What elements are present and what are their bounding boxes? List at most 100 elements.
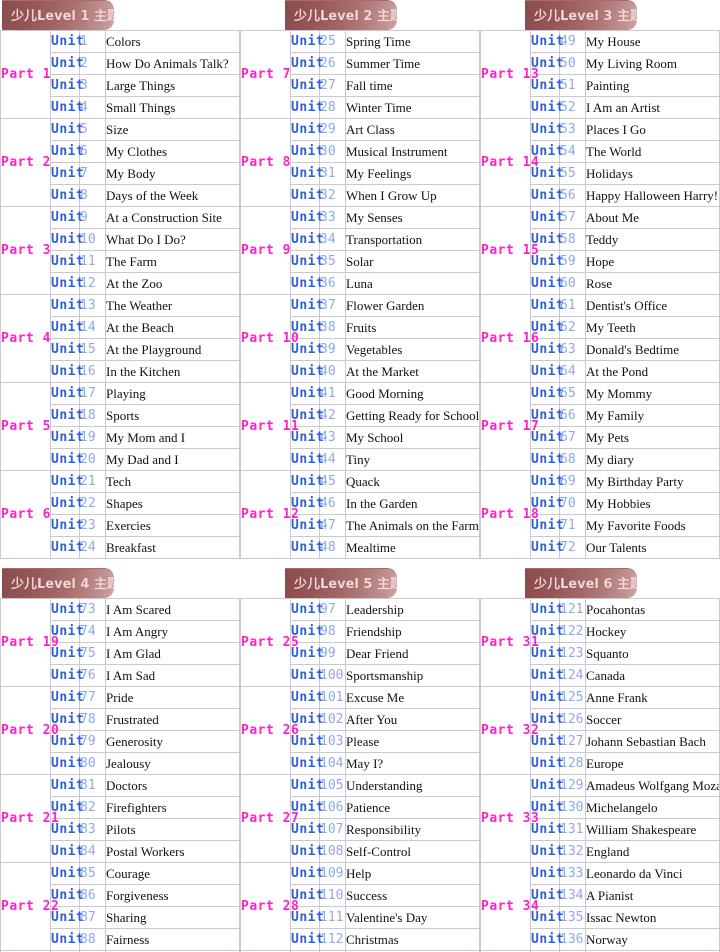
unit-title[interactable]: What Do I Do? — [105, 228, 240, 251]
unit-title[interactable]: Norway — [585, 928, 720, 951]
unit-title[interactable]: A Pianist — [585, 884, 720, 907]
unit-title[interactable]: Winter Time — [345, 96, 480, 119]
unit-title[interactable]: My House — [585, 30, 720, 53]
unit-title[interactable]: I Am Sad — [105, 664, 240, 687]
unit-title[interactable]: Generosity — [105, 730, 240, 753]
unit-title[interactable]: Hope — [585, 250, 720, 273]
unit-title[interactable]: Summer Time — [345, 52, 480, 75]
unit-title[interactable]: Playing — [105, 382, 240, 405]
unit-title[interactable]: Soccer — [585, 708, 720, 731]
unit-title[interactable]: My Body — [105, 162, 240, 185]
unit-title[interactable]: Large Things — [105, 74, 240, 97]
unit-title[interactable]: Shapes — [105, 492, 240, 515]
unit-title[interactable]: Our Talents — [585, 536, 720, 559]
unit-title[interactable]: Excuse Me — [345, 686, 480, 709]
unit-title[interactable]: The Weather — [105, 294, 240, 317]
unit-title[interactable]: My Feelings — [345, 162, 480, 185]
unit-title[interactable]: Success — [345, 884, 480, 907]
unit-title[interactable]: Christmas — [345, 928, 480, 951]
unit-title[interactable]: My Teeth — [585, 316, 720, 339]
unit-title[interactable]: My Senses — [345, 206, 480, 229]
unit-title[interactable]: I Am Scared — [105, 598, 240, 621]
unit-title[interactable]: Vegetables — [345, 338, 480, 361]
unit-title[interactable]: Understanding — [345, 774, 480, 797]
unit-title[interactable]: Getting Ready for School — [345, 404, 480, 427]
unit-title[interactable]: Teddy — [585, 228, 720, 251]
unit-title[interactable]: Tiny — [345, 448, 480, 471]
unit-title[interactable]: My Family — [585, 404, 720, 427]
unit-title[interactable]: Fall time — [345, 74, 480, 97]
unit-title[interactable]: Colors — [105, 30, 240, 53]
unit-title[interactable]: Painting — [585, 74, 720, 97]
unit-title[interactable]: My Birthday Party — [585, 470, 720, 493]
unit-title[interactable]: Leadership — [345, 598, 480, 621]
unit-title[interactable]: Dear Friend — [345, 642, 480, 665]
unit-title[interactable]: Firefighters — [105, 796, 240, 819]
unit-title[interactable]: Sportsmanship — [345, 664, 480, 687]
unit-title[interactable]: Courage — [105, 862, 240, 885]
unit-title[interactable]: May I? — [345, 752, 480, 775]
unit-title[interactable]: At a Construction Site — [105, 206, 240, 229]
unit-title[interactable]: After You — [345, 708, 480, 731]
unit-title[interactable]: Hockey — [585, 620, 720, 643]
unit-title[interactable]: The World — [585, 140, 720, 163]
unit-title[interactable]: Help — [345, 862, 480, 885]
unit-title[interactable]: Pride — [105, 686, 240, 709]
unit-title[interactable]: Anne Frank — [585, 686, 720, 709]
unit-title[interactable]: Sports — [105, 404, 240, 427]
unit-title[interactable]: At the Market — [345, 360, 480, 383]
unit-title[interactable]: Pocahontas — [585, 598, 720, 621]
unit-title[interactable]: Good Morning — [345, 382, 480, 405]
unit-title[interactable]: My Dad and I — [105, 448, 240, 471]
unit-title[interactable]: Donald's Bedtime — [585, 338, 720, 361]
unit-title[interactable]: Patience — [345, 796, 480, 819]
unit-title[interactable]: I Am Angry — [105, 620, 240, 643]
unit-title[interactable]: Friendship — [345, 620, 480, 643]
unit-title[interactable]: I Am Glad — [105, 642, 240, 665]
unit-title[interactable]: Canada — [585, 664, 720, 687]
unit-title[interactable]: Breakfast — [105, 536, 240, 559]
unit-title[interactable]: Exercies — [105, 514, 240, 537]
unit-title[interactable]: The Animals on the Farm — [345, 514, 480, 537]
unit-title[interactable]: England — [585, 840, 720, 863]
unit-title[interactable]: Rose — [585, 272, 720, 295]
unit-title[interactable]: My Mom and I — [105, 426, 240, 449]
unit-title[interactable]: Responsibility — [345, 818, 480, 841]
unit-title[interactable]: Musical Instrument — [345, 140, 480, 163]
unit-title[interactable]: How Do Animals Talk? — [105, 52, 240, 75]
unit-title[interactable]: My Pets — [585, 426, 720, 449]
unit-title[interactable]: Fairness — [105, 928, 240, 951]
unit-title[interactable]: Valentine's Day — [345, 906, 480, 929]
unit-title[interactable]: Pilots — [105, 818, 240, 841]
unit-title[interactable]: Quack — [345, 470, 480, 493]
unit-title[interactable]: Jealousy — [105, 752, 240, 775]
unit-title[interactable]: Transportation — [345, 228, 480, 251]
unit-title[interactable]: Mealtime — [345, 536, 480, 559]
unit-title[interactable]: In the Kitchen — [105, 360, 240, 383]
unit-title[interactable]: Places I Go — [585, 118, 720, 141]
unit-title[interactable]: Art Class — [345, 118, 480, 141]
unit-title[interactable]: Holidays — [585, 162, 720, 185]
unit-title[interactable]: The Farm — [105, 250, 240, 273]
unit-title[interactable]: My Favorite Foods — [585, 514, 720, 537]
unit-title[interactable]: In the Garden — [345, 492, 480, 515]
unit-title[interactable]: Flower Garden — [345, 294, 480, 317]
unit-title[interactable]: About Me — [585, 206, 720, 229]
unit-title[interactable]: Luna — [345, 272, 480, 295]
unit-title[interactable]: At the Playground — [105, 338, 240, 361]
unit-title[interactable]: Frustrated — [105, 708, 240, 731]
unit-title[interactable]: Please — [345, 730, 480, 753]
unit-title[interactable]: Happy Halloween Harry! — [585, 184, 720, 207]
unit-title[interactable]: I Am an Artist — [585, 96, 720, 119]
unit-title[interactable]: Postal Workers — [105, 840, 240, 863]
unit-title[interactable]: My diary — [585, 448, 720, 471]
unit-title[interactable]: Dentist's Office — [585, 294, 720, 317]
unit-title[interactable]: Fruits — [345, 316, 480, 339]
unit-title[interactable]: Issac Newton — [585, 906, 720, 929]
unit-title[interactable]: Forgiveness — [105, 884, 240, 907]
unit-title[interactable]: Self-Control — [345, 840, 480, 863]
unit-title[interactable]: At the Pond — [585, 360, 720, 383]
unit-title[interactable]: At the Zoo — [105, 272, 240, 295]
unit-title[interactable]: Leonardo da Vinci — [585, 862, 720, 885]
unit-title[interactable]: Size — [105, 118, 240, 141]
